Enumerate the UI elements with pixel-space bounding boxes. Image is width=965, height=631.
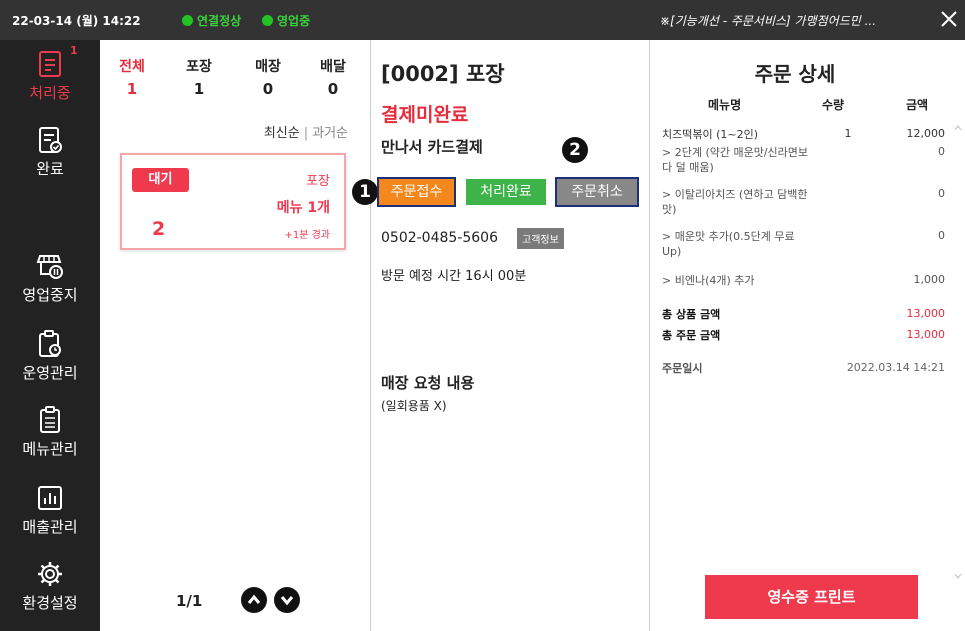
option-name: > 2단계 (약간 매운맛/신라면보다 덜 매움) bbox=[662, 146, 809, 174]
business-status: 영업중 bbox=[262, 12, 310, 29]
request-title: 매장 요청 내용 bbox=[381, 374, 475, 392]
nav-item-completed[interactable]: 완료 bbox=[0, 126, 100, 198]
tab-dine-in[interactable]: 매장 0 bbox=[238, 56, 298, 98]
status-badge: 대기 bbox=[132, 168, 189, 192]
option-amount: 0 bbox=[938, 187, 945, 200]
payment-status: 결제미완료 bbox=[381, 104, 469, 126]
header-qty: 수량 bbox=[822, 98, 845, 112]
order-type: 포장 bbox=[306, 174, 330, 189]
nav-label: 메뉴관리 bbox=[22, 440, 78, 458]
order-list-panel: 전체 1 포장 1 매장 0 배달 0 최신순 | 과거순 대기 2 포장 메뉴 1… bbox=[100, 40, 371, 631]
option-amount: 1,000 bbox=[913, 273, 946, 286]
header-amount: 금액 bbox=[906, 98, 929, 112]
tab-label: 매장 bbox=[255, 59, 281, 75]
customer-phone: 0502-0485-5606 bbox=[381, 230, 498, 246]
sort-newest[interactable]: 최신순 bbox=[264, 126, 300, 141]
tab-count: 0 bbox=[262, 80, 274, 98]
menu-clipboard-icon bbox=[40, 406, 60, 433]
close-icon[interactable] bbox=[938, 8, 960, 30]
detail-scrollbar[interactable] bbox=[954, 124, 962, 584]
nav-badge: 1 bbox=[70, 44, 78, 57]
page-down-button[interactable] bbox=[274, 587, 300, 613]
tab-label: 전체 bbox=[119, 59, 145, 75]
order-info-panel: [0002] 포장 결제미완료 만나서 카드결제 1 2 주문접수 처리완료 주… bbox=[352, 40, 650, 631]
option-amount: 0 bbox=[938, 145, 945, 158]
nav-item-settings[interactable]: 환경설정 bbox=[0, 560, 100, 631]
page-indicator: 1/1 bbox=[176, 592, 203, 610]
tab-label: 배달 bbox=[320, 59, 346, 75]
callout-marker-2: 2 bbox=[562, 137, 588, 163]
datetime: 22-03-14 (월) 14:22 bbox=[12, 14, 141, 28]
sort-options: 최신순 | 과거순 bbox=[263, 126, 348, 141]
option-amount: 0 bbox=[938, 229, 945, 242]
status-dot-icon bbox=[182, 15, 193, 26]
detail-title: 주문 상세 bbox=[754, 62, 836, 86]
order-list-icon bbox=[39, 51, 61, 77]
nav-label: 완료 bbox=[36, 160, 64, 178]
header-menu: 메뉴명 bbox=[708, 98, 742, 112]
callout-marker-1: 1 bbox=[352, 179, 378, 205]
option-name: > 매운맛 추가(0.5단계 무료Up) bbox=[662, 230, 795, 258]
tab-takeout[interactable]: 포장 1 bbox=[169, 56, 229, 98]
nav-label: 처리중 bbox=[29, 84, 71, 102]
store-pause-icon bbox=[36, 255, 63, 279]
total-product-label: 총 상품 금액 bbox=[662, 308, 721, 321]
item-name: 치즈떡볶이 (1~2인) bbox=[662, 128, 759, 141]
nav-label: 운영관리 bbox=[22, 364, 78, 382]
option-name: > 이탈리아치즈 (연하고 담백한맛) bbox=[662, 188, 808, 216]
clipboard-clock-icon bbox=[39, 330, 61, 357]
option-name: > 비엔나(4개) 추가 bbox=[662, 274, 755, 287]
payment-method: 만나서 카드결제 bbox=[381, 138, 483, 156]
order-card[interactable]: 대기 2 포장 메뉴 1개 +1분 경과 bbox=[120, 153, 346, 250]
request-value: (일회용품 X) bbox=[381, 399, 447, 413]
total-order-label: 총 주문 금액 bbox=[662, 329, 721, 342]
order-time-value: 2022.03.14 14:21 bbox=[846, 361, 945, 374]
tab-count: 1 bbox=[193, 80, 205, 98]
chevron-down-icon bbox=[280, 596, 294, 606]
complete-order-button[interactable]: 처리완료 bbox=[466, 179, 546, 205]
print-receipt-button[interactable]: 영수증 프린트 bbox=[705, 575, 918, 619]
menu-count: 메뉴 1개 bbox=[276, 200, 330, 216]
order-detail-panel: 주문 상세 메뉴명 수량 금액 치즈떡볶이 (1~2인) 1 12,000 > … bbox=[650, 40, 965, 631]
accept-order-button[interactable]: 주문접수 bbox=[377, 177, 456, 207]
item-amount: 12,000 bbox=[906, 127, 946, 140]
nav-label: 매출관리 bbox=[22, 518, 78, 536]
tab-delivery[interactable]: 배달 0 bbox=[303, 56, 363, 98]
chevron-up-icon bbox=[247, 594, 261, 604]
tab-count: 0 bbox=[327, 80, 339, 98]
sort-oldest[interactable]: 과거순 bbox=[312, 126, 348, 141]
cancel-order-button[interactable]: 주문취소 bbox=[555, 177, 639, 207]
bar-chart-icon bbox=[38, 486, 62, 510]
nav-item-operation[interactable]: 운영관리 bbox=[0, 330, 100, 402]
top-bar: 22-03-14 (월) 14:22 연결정상 영업중 ※[기능개선 - 주문서… bbox=[0, 0, 965, 40]
nav-label: 환경설정 bbox=[22, 594, 78, 612]
customer-info-button[interactable]: 고객정보 bbox=[517, 228, 564, 249]
order-title: [0002] 포장 bbox=[381, 62, 505, 86]
nav-item-processing[interactable]: 1 처리중 bbox=[0, 44, 100, 122]
order-number: 2 bbox=[152, 218, 166, 240]
nav-item-sales[interactable]: 매출관리 bbox=[0, 484, 100, 556]
tab-count: 1 bbox=[126, 80, 138, 98]
nav-item-pause[interactable]: 영업중지 bbox=[0, 252, 100, 324]
visit-time: 방문 예정 시간 16시 00분 bbox=[381, 269, 527, 284]
gear-icon bbox=[38, 562, 62, 586]
status-dot-icon bbox=[262, 15, 273, 26]
sidebar-nav: 1 처리중 완료 영업중지 운영관리 메뉴관리 매출관리 환경설정 bbox=[0, 40, 100, 631]
elapsed-time: +1분 경과 bbox=[284, 230, 330, 241]
item-qty: 1 bbox=[844, 127, 852, 140]
total-order-value: 13,000 bbox=[906, 328, 946, 341]
notice-link[interactable]: ※[기능개선 - 주문서비스] 가맹점어드민 ... bbox=[660, 12, 915, 29]
total-product-value: 13,000 bbox=[906, 307, 946, 320]
page-up-button[interactable] bbox=[241, 587, 267, 613]
tab-all[interactable]: 전체 1 bbox=[102, 56, 162, 98]
nav-label: 영업중지 bbox=[22, 286, 78, 304]
order-time-label: 주문일시 bbox=[662, 362, 703, 375]
completed-check-icon bbox=[39, 127, 62, 153]
nav-item-menu[interactable]: 메뉴관리 bbox=[0, 406, 100, 478]
connection-status: 연결정상 bbox=[182, 12, 241, 29]
tab-label: 포장 bbox=[186, 59, 212, 75]
